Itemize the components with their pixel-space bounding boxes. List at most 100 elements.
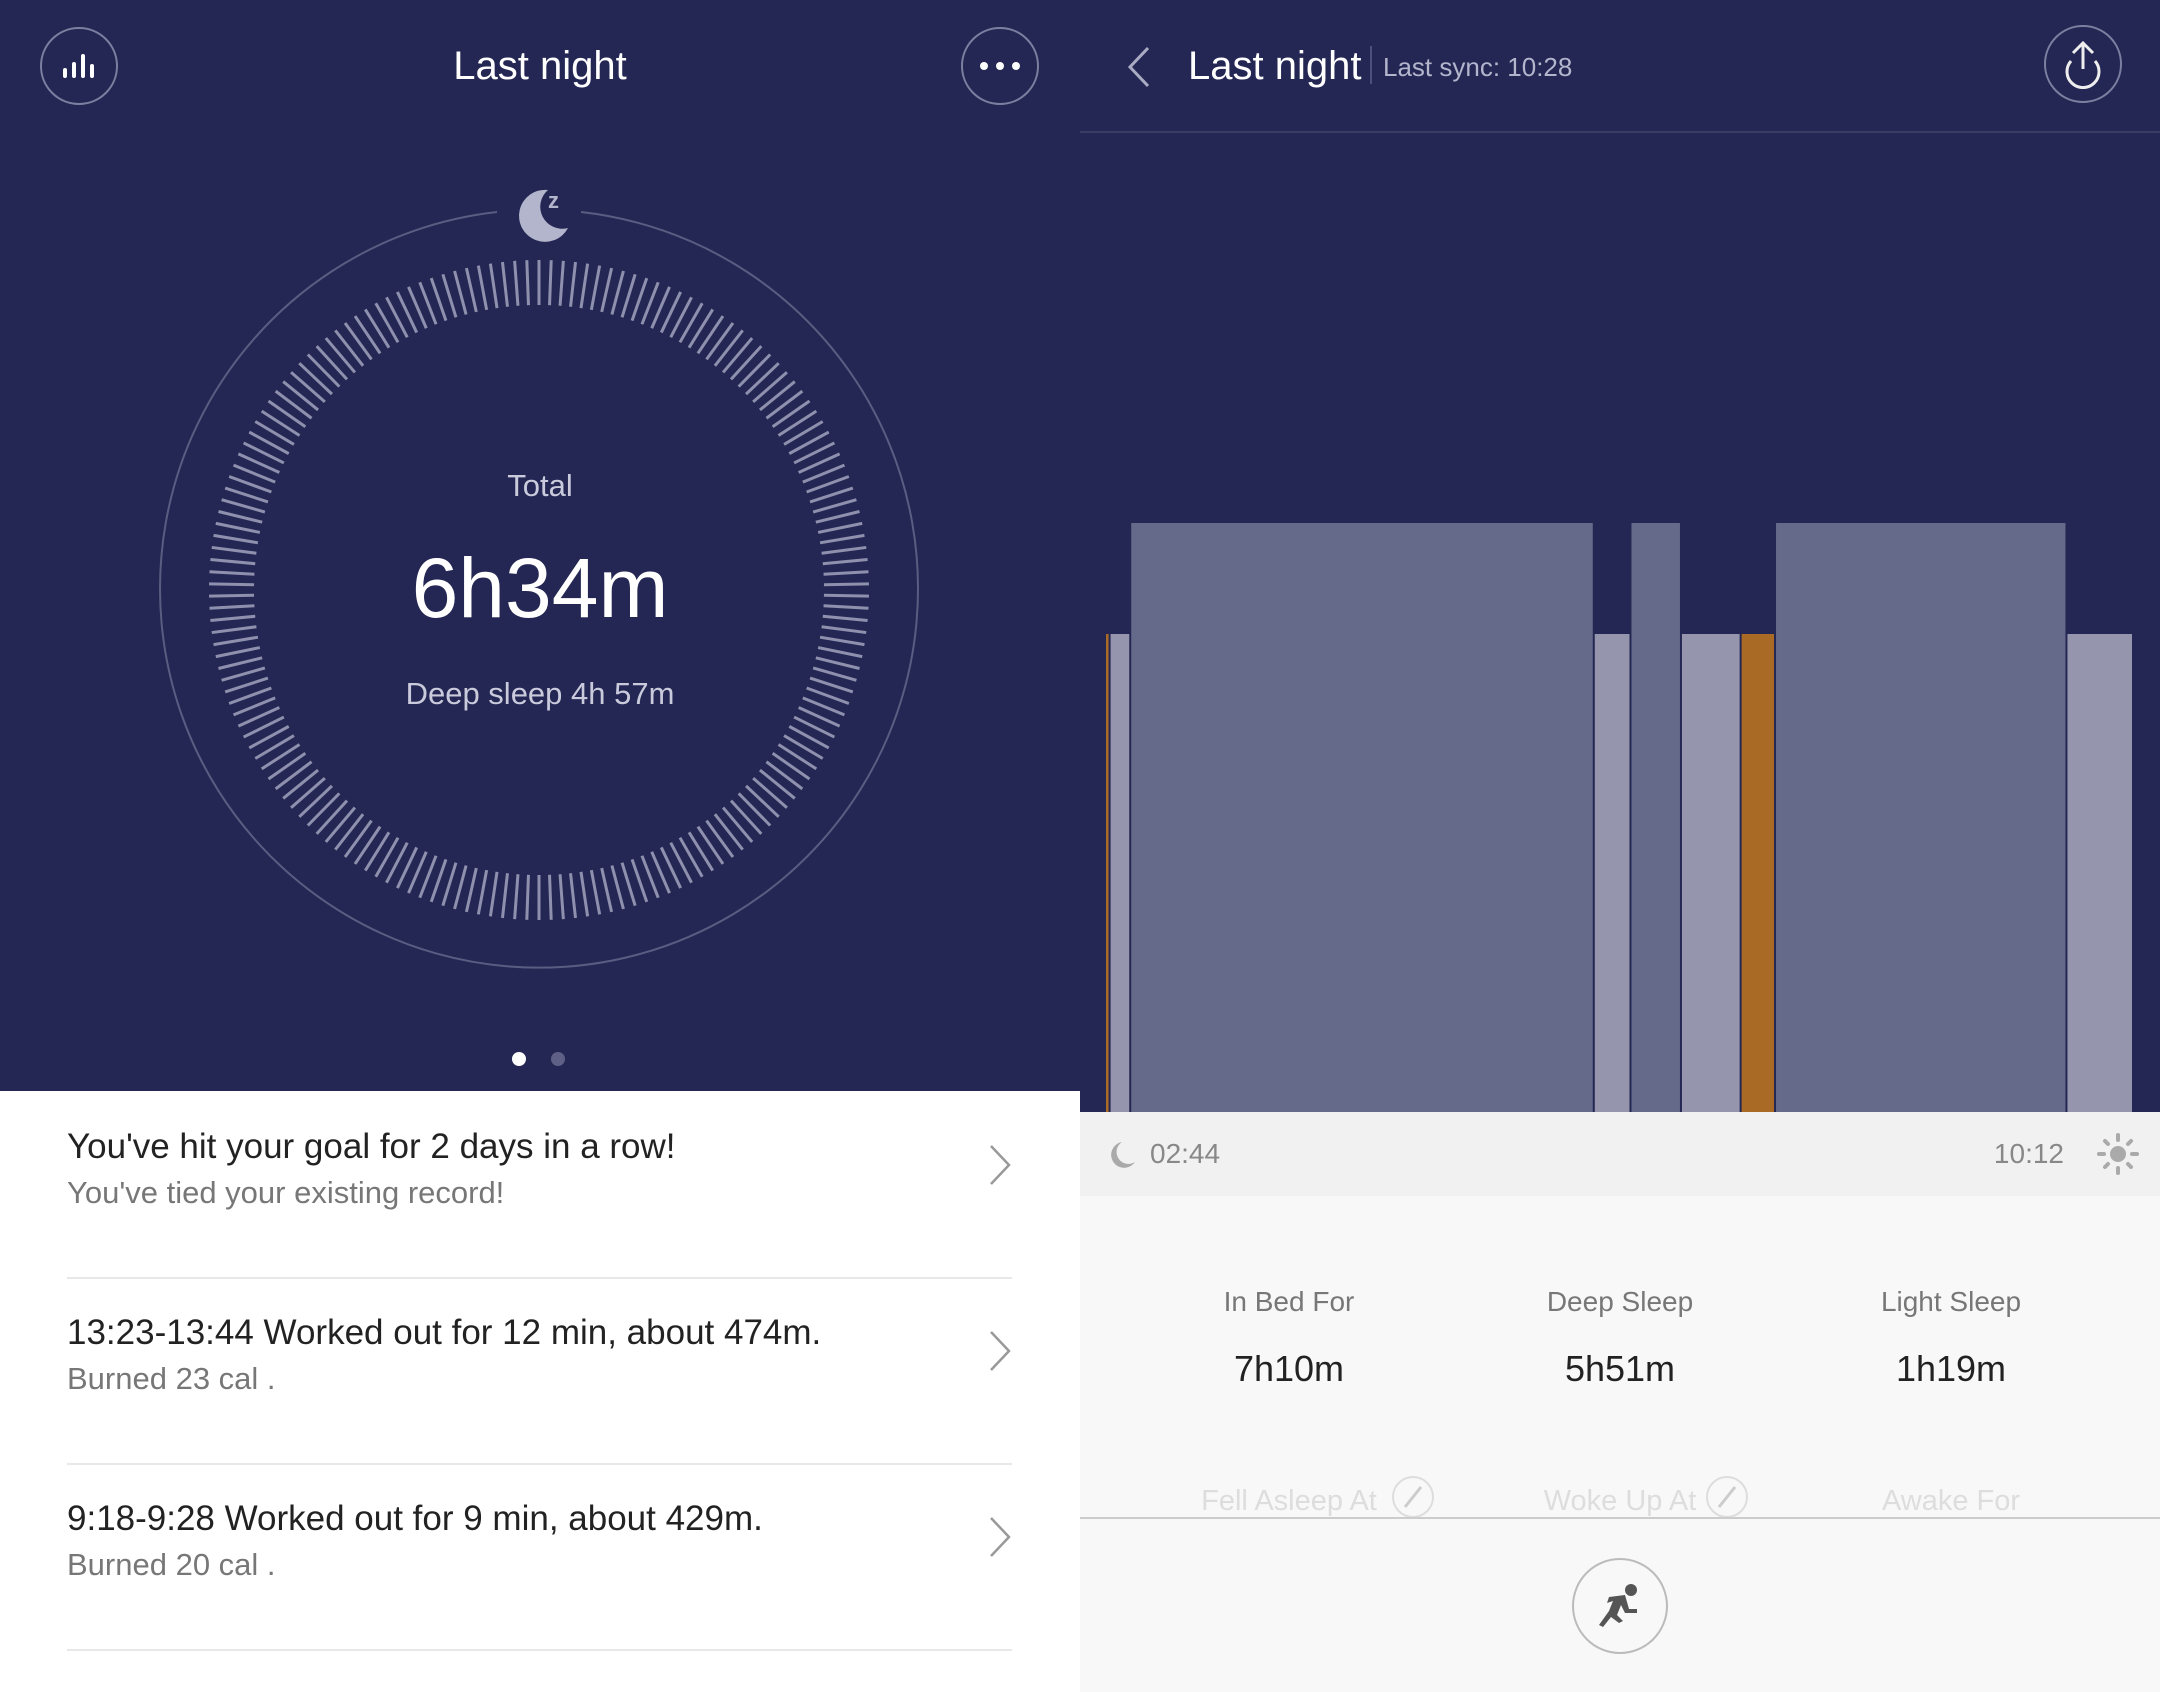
sleep-segment-awake <box>1741 634 1775 1112</box>
ring-tick <box>267 751 307 781</box>
ring-tick <box>525 260 530 306</box>
sleep-segment-light <box>1110 634 1130 1112</box>
ring-tick <box>215 646 261 659</box>
sleep-segment-awake <box>1106 634 1109 1112</box>
ring-tick <box>729 345 763 381</box>
ring-tick <box>218 656 263 670</box>
ring-tick <box>343 819 373 858</box>
pager-dot[interactable] <box>551 1052 565 1066</box>
ring-tick <box>254 734 295 760</box>
ring-tick <box>819 635 865 647</box>
ring-tick <box>758 768 796 800</box>
ring-tick <box>745 362 780 396</box>
ring-tick <box>500 261 509 307</box>
ring-tick <box>752 371 788 404</box>
ring-tick <box>713 813 744 851</box>
ring-tick <box>353 825 382 865</box>
ring-tick <box>783 420 824 446</box>
ring-tick <box>687 308 714 349</box>
ring-tick <box>788 430 830 455</box>
ring-tick <box>815 510 860 524</box>
ring-tick <box>678 836 704 878</box>
summary-area: Last night z Total 6h34m Deep sleep 4h 5… <box>0 0 1080 1091</box>
ring-tick <box>771 751 811 781</box>
ring-tick <box>290 776 326 809</box>
workout-button[interactable] <box>1572 1558 1668 1654</box>
ring-tick <box>620 273 637 318</box>
start-time: 02:44 <box>1150 1138 1221 1169</box>
ring-tick <box>579 871 590 917</box>
ring-tick <box>729 799 763 835</box>
ring-tick <box>374 836 400 878</box>
sleep-segment-deep <box>1131 523 1593 1112</box>
ring-tick <box>306 353 341 388</box>
sleep-segment-deep <box>1776 523 2066 1112</box>
ring-tick <box>558 874 565 920</box>
end-time: 10:12 <box>1993 1138 2064 1169</box>
ring-tick <box>721 806 754 843</box>
stat-in-bed: In Bed For 7h10m <box>1124 1286 1454 1390</box>
item-title: 13:23-13:44 Worked out for 12 min, about… <box>67 1313 822 1352</box>
ring-tick <box>282 768 320 800</box>
ring-tick <box>589 869 602 915</box>
ring-tick <box>765 760 804 791</box>
ring-tick <box>334 813 365 851</box>
ring-tick <box>441 862 458 907</box>
ring-tick <box>752 776 788 809</box>
ring-tick <box>600 867 614 913</box>
chart-area: Last night Last sync: 10:28 <box>1080 0 2160 1112</box>
ring-label: Total <box>507 468 573 503</box>
ring-tick <box>260 409 301 437</box>
ring-tick <box>500 873 509 919</box>
pencil-icon[interactable] <box>1391 1475 1435 1519</box>
list-item[interactable]: You've hit your goal for 2 days in a row… <box>67 1091 1012 1277</box>
ring-tick <box>218 510 263 524</box>
ring-tick <box>777 743 818 771</box>
ring-tick <box>696 825 725 865</box>
ring-tick <box>476 265 489 311</box>
ring-tick <box>815 656 860 670</box>
chevron-right-icon <box>990 1517 1011 1557</box>
ring-tick <box>745 784 780 818</box>
pencil-icon[interactable] <box>1705 1475 1749 1519</box>
ring-tick <box>721 337 754 374</box>
ring-tick <box>260 743 301 771</box>
stat-label: In Bed For <box>1223 1286 1355 1317</box>
ring-tick <box>476 869 489 915</box>
ring-tick <box>343 322 373 361</box>
item-title: 9:18-9:28 Worked out for 9 min, about 42… <box>67 1499 763 1538</box>
ring-tick <box>525 874 530 920</box>
ring-tick <box>687 831 714 872</box>
pager-dot-active[interactable] <box>512 1052 526 1066</box>
ring-tick <box>777 409 818 437</box>
divider <box>1080 1517 2160 1519</box>
ring-tick <box>453 865 468 910</box>
ring-tick <box>324 806 357 843</box>
chevron-right-icon <box>990 1331 1011 1371</box>
list-item[interactable]: 13:23-13:44 Worked out for 12 min, about… <box>67 1277 1012 1463</box>
ring-tick <box>453 270 468 315</box>
ring-tick <box>678 302 704 344</box>
ring-tick <box>705 819 735 858</box>
ring-tick <box>548 260 553 306</box>
ring-tick <box>248 725 290 750</box>
ring-tick <box>213 635 259 647</box>
ring-tick <box>315 345 349 381</box>
ring-tick <box>274 760 313 791</box>
stat-label: Light Sleep <box>1880 1286 2022 1317</box>
ring-tick <box>282 380 320 412</box>
ring-tick <box>589 265 602 311</box>
ring-tick <box>817 646 863 659</box>
total-sleep: 6h34m <box>411 541 669 635</box>
ring-tick <box>569 873 578 919</box>
ring-tick <box>558 260 565 306</box>
ring-tick <box>783 734 824 760</box>
list-item[interactable]: 9:18-9:28 Worked out for 9 min, about 42… <box>67 1463 1012 1649</box>
svg-text:z: z <box>548 188 559 213</box>
stat-value: 1h19m <box>1895 1348 2007 1389</box>
ring-tick <box>364 308 391 349</box>
ring-tick <box>374 302 400 344</box>
stat-value: 5h51m <box>1564 1348 1676 1389</box>
ring-tick <box>610 270 625 315</box>
ring-tick <box>298 784 333 818</box>
